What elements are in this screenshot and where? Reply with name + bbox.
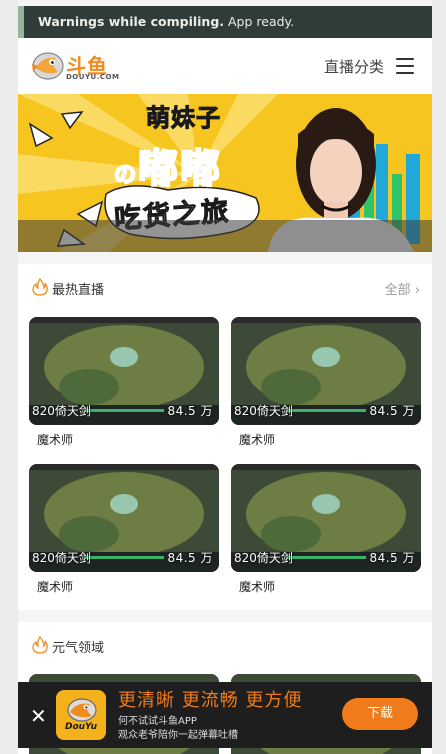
anchor-name: 820倚天剑 (32, 551, 91, 565)
warning-rest-text: App ready. (224, 14, 295, 29)
room-thumbnail: 820倚天剑 84.5 万 (231, 464, 421, 572)
banner-caption-bar (18, 220, 432, 252)
section-title: 元气领域 (52, 641, 105, 656)
view-count: 84.5 万 (369, 404, 415, 418)
section-title: 最热直播 (52, 283, 105, 298)
room-card[interactable]: 820倚天剑 84.5 万 魔术师 (231, 317, 421, 448)
flame-icon (32, 278, 48, 296)
download-headline: 更清晰 更流畅 更方便 (118, 690, 303, 711)
fish-mascot-icon (32, 52, 64, 80)
download-subtitle-2: 观众老爷陪你一起弹幕吐槽 (118, 730, 238, 741)
warning-bold-text: Warnings while compiling. (38, 14, 225, 29)
hot-live-section: 最热直播 全部 › 820倚天剑 84.5 万 魔术师 820倚天剑 84.5 … (18, 264, 432, 610)
app-icon: DouYu (56, 690, 106, 740)
app-icon-text: DouYu (65, 722, 97, 732)
top-bar: 斗鱼 DOUYU.COM 直播分类 (18, 38, 432, 94)
flame-icon (32, 636, 48, 654)
category-nav-link[interactable]: 直播分类 (324, 56, 384, 77)
room-thumbnail: 820倚天剑 84.5 万 (231, 317, 421, 425)
room-card[interactable]: 820倚天剑 84.5 万 魔术师 (231, 464, 421, 595)
hamburger-menu-icon[interactable] (396, 58, 414, 74)
download-button[interactable]: 下载 (342, 698, 418, 730)
fish-mascot-icon (67, 698, 97, 722)
compile-warning-banner[interactable]: Warnings while compiling. App ready. (18, 6, 432, 38)
view-count: 84.5 万 (369, 551, 415, 565)
douyu-logo[interactable]: 斗鱼 DOUYU.COM (30, 48, 119, 86)
section-header: 元气领域 (18, 622, 432, 668)
section-header: 最热直播 全部 › (18, 264, 432, 310)
app-frame: Warnings while compiling. App ready. 斗鱼 … (18, 0, 432, 754)
room-card[interactable]: 820倚天剑 84.5 万 魔术师 (29, 464, 219, 595)
anchor-name: 820倚天剑 (234, 404, 293, 418)
room-thumbnail: 820倚天剑 84.5 万 (29, 317, 219, 425)
room-thumbnail: 820倚天剑 84.5 万 (29, 464, 219, 572)
app-download-bar: ✕ DouYu 更清晰 更流畅 更方便 何不试试斗鱼APP 观众老爷陪你一起弹幕… (18, 682, 432, 748)
view-count: 84.5 万 (167, 404, 213, 418)
room-title: 魔术师 (239, 433, 276, 447)
view-all-link[interactable]: 全部 › (385, 279, 420, 298)
banner-title-prefix: の (113, 162, 139, 189)
anchor-name: 820倚天剑 (234, 551, 293, 565)
room-title: 魔术师 (239, 580, 276, 594)
close-icon[interactable]: ✕ (30, 704, 47, 728)
banner-title-line1: 萌妹子 (146, 104, 221, 133)
promo-banner[interactable]: 萌妹子 の嘟嘟 吃货之旅 (18, 94, 432, 252)
anchor-name: 820倚天剑 (32, 404, 91, 418)
logo-subtext: DOUYU.COM (66, 73, 120, 81)
banner-title-main: 嘟嘟 (137, 145, 223, 193)
room-title: 魔术师 (37, 580, 74, 594)
download-subtitle-1: 何不试试斗鱼APP (118, 716, 197, 727)
room-card[interactable]: 820倚天剑 84.5 万 魔术师 (29, 317, 219, 448)
view-count: 84.5 万 (167, 551, 213, 565)
banner-title-line2: の嘟嘟 (113, 136, 223, 194)
room-title: 魔术师 (37, 433, 74, 447)
